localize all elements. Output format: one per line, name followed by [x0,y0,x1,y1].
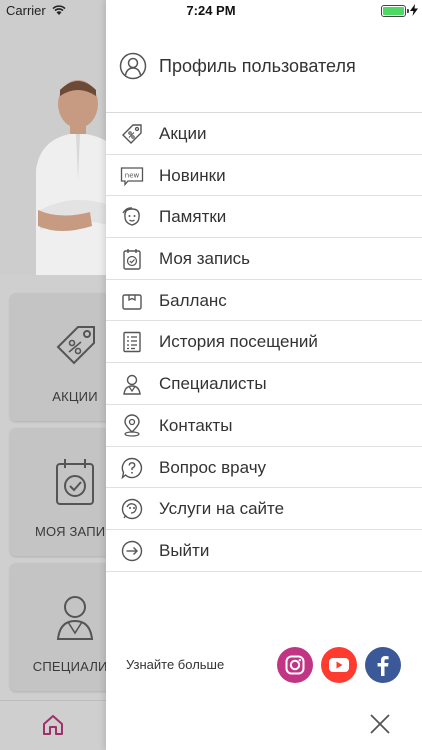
menu-item-label: Услуги на сайте [159,499,285,519]
tag-icon [122,124,142,144]
menu-item-label: Балланс [159,290,227,310]
menu-item-logout[interactable]: Выйти [106,530,422,572]
memo-face-icon [122,207,140,227]
menu-item-label: Новинки [159,165,226,185]
menu-item-site-services[interactable]: Услуги на сайте [106,488,422,530]
menu-item-label: Контакты [159,415,233,435]
menu-item-new[interactable]: new Новинки [106,155,422,197]
logout-icon [121,540,143,562]
menu-item-label: Акции [159,124,207,143]
close-icon[interactable] [368,712,392,736]
side-drawer: Профиль пользователя Акции new Новинки П… [106,0,422,750]
youtube-icon [321,647,357,683]
menu-item-my-booking[interactable]: Моя запись [106,238,422,280]
menu-item-label: История посещений [159,332,318,352]
location-pin-icon [124,414,140,437]
profile-row[interactable]: Профиль пользователя [106,40,422,94]
specialist-icon [123,374,141,395]
learn-more-label: Узнайте больше [126,657,225,672]
profile-label: Профиль пользователя [159,56,356,76]
menu-item-label: Вопрос врачу [159,457,267,477]
instagram-button[interactable] [277,647,313,683]
menu-item-ask-doctor[interactable]: Вопрос врачу [106,447,422,489]
menu-item-label: Выйти [159,540,210,560]
facebook-button[interactable] [365,647,401,683]
instagram-icon [277,647,313,683]
wallet-icon [122,294,142,310]
youtube-button[interactable] [321,647,357,683]
drawer-menu: Акции new Новинки Памятки Моя запись Бал… [106,113,422,572]
tag-icon [56,326,95,365]
menu-item-label: Памятки [159,207,227,227]
menu-item-memos[interactable]: Памятки [106,196,422,239]
menu-item-promotions[interactable]: Акции [106,113,422,155]
calendar-check-icon [123,249,141,270]
status-time: 7:24 PM [186,3,236,18]
calendar-check-icon [56,459,94,505]
svg-text:new: new [125,171,140,179]
user-profile-icon [119,52,147,80]
menu-item-label: Моя запись [159,249,251,269]
battery-icon [381,5,409,17]
history-list-icon [123,332,141,353]
menu-item-specialists[interactable]: Специалисты [106,363,422,405]
facebook-icon [365,647,401,683]
home-icon[interactable] [41,713,65,737]
status-bar: Carrier 7:24 PM [0,0,422,22]
menu-item-contacts[interactable]: Контакты [106,405,422,447]
question-bubble-icon [121,457,143,479]
services-icon [121,498,143,520]
menu-item-balance[interactable]: Балланс [106,280,422,322]
new-icon: new [120,167,144,186]
specialist-icon [56,596,94,640]
charging-bolt-icon [410,4,418,16]
menu-item-visit-history[interactable]: История посещений [106,321,422,364]
menu-item-label: Специалисты [159,374,267,394]
